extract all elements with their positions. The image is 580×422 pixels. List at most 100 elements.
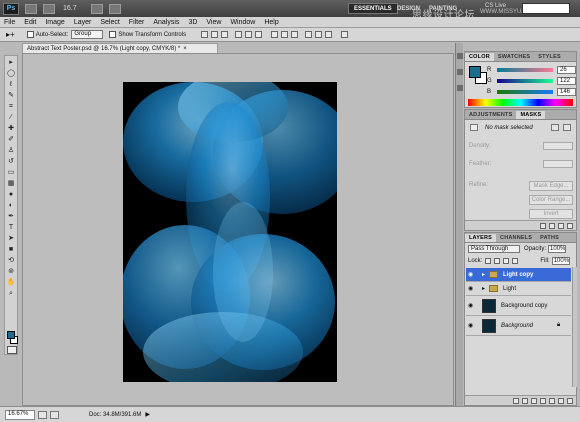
align-hcenter-icon[interactable] [245, 31, 253, 38]
document-tab[interactable]: Abstract Text Poster.psd @ 16.7% (Light … [22, 43, 218, 53]
visibility-eye-icon[interactable]: ◉ [468, 303, 476, 309]
move-tool-preset-icon[interactable]: ▸+ [6, 30, 15, 39]
hand-tool-icon[interactable]: ✋ [6, 279, 16, 287]
apply-mask-icon[interactable] [549, 222, 555, 229]
blend-mode-dropdown[interactable]: Pass Through [468, 245, 520, 253]
expand-arrow-icon[interactable]: ▸ [482, 271, 485, 278]
menu-help[interactable]: Help [264, 19, 278, 26]
align-bottom-icon[interactable] [221, 31, 229, 38]
add-mask-icon[interactable] [531, 397, 537, 404]
marquee-tool-icon[interactable]: ◯ [6, 70, 16, 78]
lasso-tool-icon[interactable]: ℓ [6, 81, 16, 89]
info-panel-icon[interactable] [457, 85, 463, 91]
arrange-documents-icon[interactable] [90, 3, 103, 14]
blue-value-input[interactable]: 146 [557, 88, 576, 96]
foreground-color-swatch[interactable] [7, 331, 15, 339]
workspace-essentials[interactable]: ESSENTIALS [348, 3, 398, 14]
close-document-icon[interactable]: × [183, 46, 187, 52]
menu-file[interactable]: File [4, 19, 15, 26]
tab-layers[interactable]: LAYERS [465, 234, 497, 242]
auto-select-dropdown[interactable]: Group [71, 30, 104, 39]
disable-mask-icon[interactable] [558, 222, 564, 229]
dodge-tool-icon[interactable]: ◐ [6, 202, 16, 210]
new-layer-icon[interactable] [558, 397, 564, 404]
opacity-input[interactable]: 100% [548, 245, 567, 253]
launch-minibridge-icon[interactable] [43, 3, 55, 14]
distribute-bottom-icon[interactable] [291, 31, 299, 38]
pen-tool-icon[interactable]: ✒ [6, 213, 16, 221]
actions-panel-icon[interactable] [457, 69, 463, 75]
link-layers-icon[interactable] [513, 397, 519, 404]
gradient-tool-icon[interactable]: ▦ [6, 180, 16, 188]
fill-input[interactable]: 100% [551, 257, 570, 265]
brush-tool-icon[interactable]: ✐ [6, 136, 16, 144]
distribute-vcenter-icon[interactable] [281, 31, 289, 38]
quick-mask-icon[interactable] [7, 346, 17, 354]
move-tool-icon[interactable]: ▸ [6, 59, 16, 67]
distribute-left-icon[interactable] [305, 31, 313, 38]
status-menu-arrow-icon[interactable]: ▶ [145, 411, 150, 418]
visibility-eye-icon[interactable]: ◉ [468, 286, 476, 292]
layer-background-copy[interactable]: ◉ Background copy [466, 296, 571, 316]
add-vector-mask-icon[interactable] [563, 124, 571, 131]
status-icon[interactable] [38, 410, 47, 419]
auto-align-icon[interactable] [341, 31, 349, 38]
menu-select[interactable]: Select [100, 19, 119, 26]
layer-light-copy[interactable]: ◉ ▸ Light copy [466, 268, 571, 282]
status-icon[interactable] [50, 410, 59, 419]
auto-select-checkbox[interactable] [26, 31, 34, 38]
crop-tool-icon[interactable]: ⌗ [6, 103, 16, 111]
layer-background[interactable]: ◉ Background 🔒︎ [466, 316, 571, 336]
screen-mode-icon[interactable] [108, 3, 121, 14]
quick-select-tool-icon[interactable]: ✎ [6, 92, 16, 100]
menu-window[interactable]: Window [230, 19, 255, 26]
expand-arrow-icon[interactable]: ▸ [482, 285, 485, 292]
new-group-icon[interactable] [549, 397, 555, 404]
distribute-top-icon[interactable] [271, 31, 279, 38]
red-value-input[interactable]: 26 [557, 66, 576, 74]
tab-masks[interactable]: MASKS [516, 111, 546, 119]
healing-tool-icon[interactable]: ✚ [6, 125, 16, 133]
red-slider[interactable] [497, 68, 553, 72]
history-panel-icon[interactable] [457, 53, 463, 59]
cs-live-button[interactable]: CS Live [485, 3, 506, 9]
delete-mask-icon[interactable] [567, 222, 573, 229]
menu-3d[interactable]: 3D [188, 19, 197, 26]
zoom-level[interactable]: 16.7 [63, 5, 77, 12]
tab-color[interactable]: COLOR [465, 53, 494, 61]
align-right-icon[interactable] [255, 31, 263, 38]
tab-swatches[interactable]: SWATCHES [494, 53, 534, 61]
align-top-icon[interactable] [201, 31, 209, 38]
visibility-eye-icon[interactable]: ◉ [468, 323, 476, 329]
zoom-tool-icon[interactable]: ⌕ [6, 290, 16, 298]
menu-analysis[interactable]: Analysis [153, 19, 179, 26]
adjustment-layer-icon[interactable] [540, 397, 546, 404]
3d-rotate-tool-icon[interactable]: ⟲ [6, 257, 16, 265]
menu-edit[interactable]: Edit [24, 19, 36, 26]
distribute-hcenter-icon[interactable] [315, 31, 323, 38]
layer-light[interactable]: ◉ ▸ Light [466, 282, 571, 296]
tab-adjustments[interactable]: ADJUSTMENTS [465, 111, 516, 119]
launch-bridge-icon[interactable] [25, 3, 37, 14]
stamp-tool-icon[interactable]: ♙ [6, 147, 16, 155]
shape-tool-icon[interactable]: ■ [6, 246, 16, 254]
green-value-input[interactable]: 122 [557, 77, 576, 85]
path-select-tool-icon[interactable]: ➤ [6, 235, 16, 243]
layers-scrollbar[interactable] [572, 267, 577, 387]
delete-layer-icon[interactable] [567, 397, 573, 404]
blur-tool-icon[interactable]: ● [6, 191, 16, 199]
3d-orbit-tool-icon[interactable]: ⊚ [6, 268, 16, 276]
menu-image[interactable]: Image [45, 19, 64, 26]
align-vcenter-icon[interactable] [211, 31, 219, 38]
lock-pixels-icon[interactable] [494, 258, 501, 264]
menu-layer[interactable]: Layer [74, 19, 92, 26]
green-slider[interactable] [497, 79, 553, 83]
help-search-input[interactable] [522, 3, 570, 14]
poster-canvas[interactable] [123, 82, 337, 382]
lock-position-icon[interactable] [503, 258, 510, 264]
menu-view[interactable]: View [206, 19, 221, 26]
distribute-right-icon[interactable] [325, 31, 333, 38]
eraser-tool-icon[interactable]: ▭ [6, 169, 16, 177]
load-selection-icon[interactable] [540, 222, 546, 229]
type-tool-icon[interactable]: T [6, 224, 16, 232]
